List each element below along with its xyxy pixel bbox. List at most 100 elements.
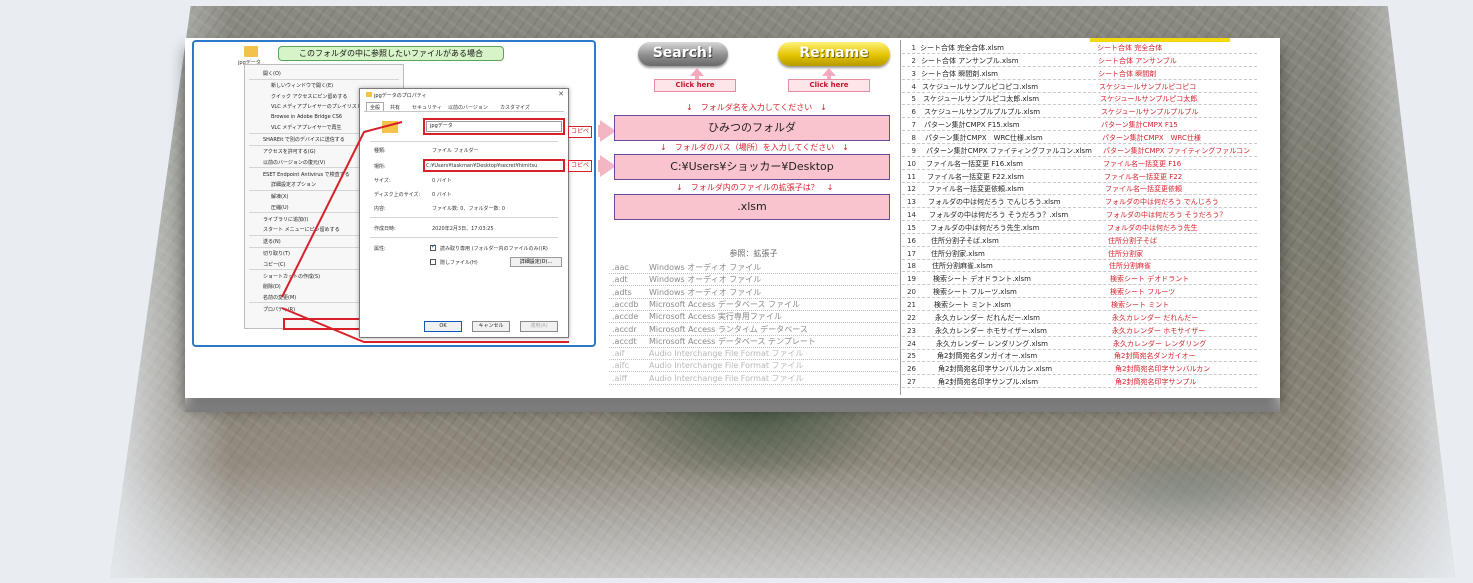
explorer-screenshot: jpgデータ このフォルダの中に参照したいファイルがある場合 開く(O) 新しいウ… <box>192 40 596 347</box>
file-name: 検索シート デオドラント.xlsm <box>933 275 1032 284</box>
file-list-row: 5 スケジュールサンプルピコ太郎.xlsm スケジュールサンプルピコ太郎 <box>902 93 1257 106</box>
row-number: 1 <box>911 44 916 52</box>
file-list-row: 10 ファイル名一括変更 F16.xlsm ファイル名一括変更 F16 <box>902 158 1257 170</box>
search-button[interactable]: Search! <box>638 42 728 66</box>
folder-name-input[interactable]: ひみつのフォルダ <box>614 115 890 141</box>
file-name: ファイル名一括変更 F16.xlsm <box>926 159 1023 168</box>
base-name: 住所分割麻雀 <box>1109 262 1151 271</box>
row-number: 20 <box>907 288 916 297</box>
extension-description: Audio Interchange File Format ファイル <box>649 373 804 383</box>
file-list-row: 20 検索シート フルーツ.xlsm 検索シート フルーツ <box>902 286 1257 299</box>
row-number: 5 <box>911 95 916 104</box>
file-list-row: 27 角2封筒宛名印字サンプル.xlsm 角2封筒宛名印字サンプル <box>902 376 1257 389</box>
file-list-row: 21 検索シート ミント.xlsm 検索シート ミント <box>902 299 1257 311</box>
click-here-search[interactable]: Click here <box>654 79 736 92</box>
file-name: 角2封筒宛名印字サンプル.xlsm <box>938 378 1039 387</box>
extension-code: .accde <box>612 312 639 322</box>
row-number: 6 <box>911 108 916 117</box>
row-number: 8 <box>911 133 916 142</box>
file-list-row: 25 角2封筒宛名ダンガイオー.xlsm 角2封筒宛名ダンガイオー <box>902 350 1257 363</box>
file-name: シート合体 完全合体.xlsm <box>920 44 1005 52</box>
file-name: 角2封筒宛名ダンガイオー.xlsm <box>937 352 1038 361</box>
extension-row: .adt Windows オーディオ ファイル <box>609 274 898 287</box>
base-name: 検索シート デオドラント <box>1110 275 1190 284</box>
file-list-row: 26 角2封筒宛名印字サンバルカン.xlsm 角2封筒宛名印字サンバルカン <box>902 363 1257 376</box>
row-number: 25 <box>907 352 916 361</box>
extension-description: Audio Interchange File Format ファイル <box>649 361 804 371</box>
extension-description: Windows オーディオ ファイル <box>649 263 762 272</box>
base-name: シート合体 アンサンブル <box>1098 56 1177 65</box>
file-list-row: 19 検索シート デオドラント.xlsm 検索シート デオドラント <box>902 273 1257 286</box>
file-name: パターン集計CMPX ファイティングファルコン.xlsm <box>926 146 1092 155</box>
row-number: 10 <box>907 159 916 168</box>
file-list-row: 9 パターン集計CMPX ファイティングファルコン.xlsm パターン集計CMPX … <box>902 145 1257 157</box>
sheet-3d-edge <box>185 398 1280 412</box>
extension-row: .accdt Microsoft Access データベース テンプレート <box>609 336 898 348</box>
row-number: 11 <box>907 172 916 181</box>
extension-code: .aifc <box>612 361 629 371</box>
file-list-row: 6 スケジュールサンプルプルプル.xlsm スケジュールサンプルプルプル <box>902 106 1257 119</box>
base-name: パターン集計CMPX WRC仕様 <box>1102 133 1201 142</box>
file-list-row: 18 住所分割麻雀.xlsm 住所分割麻雀 <box>902 260 1257 273</box>
folder-path-input[interactable]: C:¥Users¥ショッカー¥Desktop <box>614 154 890 180</box>
row-number: 9 <box>911 146 916 155</box>
row-number: 19 <box>907 275 916 284</box>
extension-description: Windows オーディオ ファイル <box>649 275 762 285</box>
extension-code: .accdt <box>612 336 637 346</box>
row-number: 21 <box>907 301 916 309</box>
extension-row: .adts Windows オーディオ ファイル <box>609 287 898 299</box>
base-name: 検索シート ミント <box>1111 301 1170 309</box>
extension-description: Microsoft Access 実行専用ファイル <box>649 312 782 322</box>
base-name: 永久カレンダー レンダリング <box>1113 339 1207 348</box>
folder-prompt: ↓ フォルダ名を入力してください ↓ <box>686 103 827 112</box>
extension-row: .accdr Microsoft Access ランタイム データベース <box>609 324 898 336</box>
file-name: フォルダの中は何だろう でんじろう.xlsm <box>928 198 1061 207</box>
base-name: シート合体 瞬間剤 <box>1098 69 1157 78</box>
row-number: 23 <box>907 326 916 335</box>
base-name: 角2封筒宛名ダンガイオー <box>1114 352 1196 361</box>
file-name: スケジュールサンプルピコ太郎.xlsm <box>923 95 1040 104</box>
row-number: 16 <box>907 236 916 245</box>
file-list-row: 11 ファイル名一括変更 F22.xlsm ファイル名一括変更 F22 <box>902 171 1257 183</box>
extension-code: .adts <box>612 287 632 297</box>
row-number: 7 <box>911 121 916 130</box>
file-name: スケジュールサンプルピコピコ.xlsm <box>922 82 1039 91</box>
file-name: ファイル名一括変更依頼.xlsm <box>928 185 1024 194</box>
file-list-row: 12 ファイル名一括変更依頼.xlsm ファイル名一括変更依頼 <box>902 183 1257 196</box>
file-name: 永久カレンダー レンダリング.xlsm <box>936 339 1049 348</box>
scene: jpgデータ このフォルダの中に参照したいファイルがある場合 開く(O) 新しいウ… <box>0 0 1473 583</box>
extension-input[interactable]: .xlsm <box>614 194 890 220</box>
file-name: フォルダの中は何だろう先生.xlsm <box>930 223 1040 232</box>
file-name: ファイル名一括変更 F22.xlsm <box>927 172 1024 181</box>
base-name: スケジュールサンプルプルプル <box>1101 108 1199 117</box>
file-list-row: 24 永久カレンダー レンダリング.xlsm 永久カレンダー レンダリング <box>902 338 1257 350</box>
row-number: 17 <box>907 249 916 258</box>
file-name: フォルダの中は何だろう そうだろう？.xlsm <box>929 211 1069 220</box>
extension-description: Microsoft Access ランタイム データベース <box>649 324 808 334</box>
column-divider <box>900 40 901 395</box>
file-list-row: 8 パターン集計CMPX WRC仕様.xlsm パターン集計CMPX WRC仕様 <box>902 132 1257 144</box>
file-name: 角2封筒宛名印字サンバルカン.xlsm <box>938 365 1053 374</box>
row-number: 18 <box>907 262 916 271</box>
extension-description: Audio Interchange File Format ファイル <box>649 349 804 359</box>
file-list-row: 4 スケジュールサンプルピコピコ.xlsm スケジュールサンプルピコピコ <box>902 81 1257 93</box>
base-name: ファイル名一括変更依頼 <box>1105 185 1182 194</box>
row-number: 3 <box>911 69 916 78</box>
extension-code: .aiff <box>612 373 628 383</box>
base-name: ファイル名一括変更 F22 <box>1104 172 1183 181</box>
row-number: 27 <box>907 378 916 387</box>
extension-description: Microsoft Access データベース テンプレート <box>649 336 816 346</box>
file-list-row: 16 住所分割子そば.xlsm 住所分割子そば <box>902 235 1257 247</box>
file-name: 住所分割麻雀.xlsm <box>932 262 993 271</box>
row-number: 24 <box>907 339 916 348</box>
extension-row: .aac Windows オーディオ ファイル <box>609 262 898 274</box>
path-prompt: ↓ フォルダのパス（場所）を入力してください ↓ <box>660 143 849 152</box>
base-name: パターン集計CMPX ファイティングファルコン <box>1103 146 1251 155</box>
click-here-rename[interactable]: Click here <box>788 79 870 92</box>
extension-code: .aac <box>612 263 629 272</box>
base-name: 検索シート フルーツ <box>1110 288 1176 297</box>
extension-description: Windows オーディオ ファイル <box>649 287 762 297</box>
rename-button[interactable]: Re:name <box>778 42 890 66</box>
extension-row: .accdb Microsoft Access データベース ファイル <box>609 299 898 311</box>
file-name: シート合体 瞬間剤.xlsm <box>921 69 999 78</box>
